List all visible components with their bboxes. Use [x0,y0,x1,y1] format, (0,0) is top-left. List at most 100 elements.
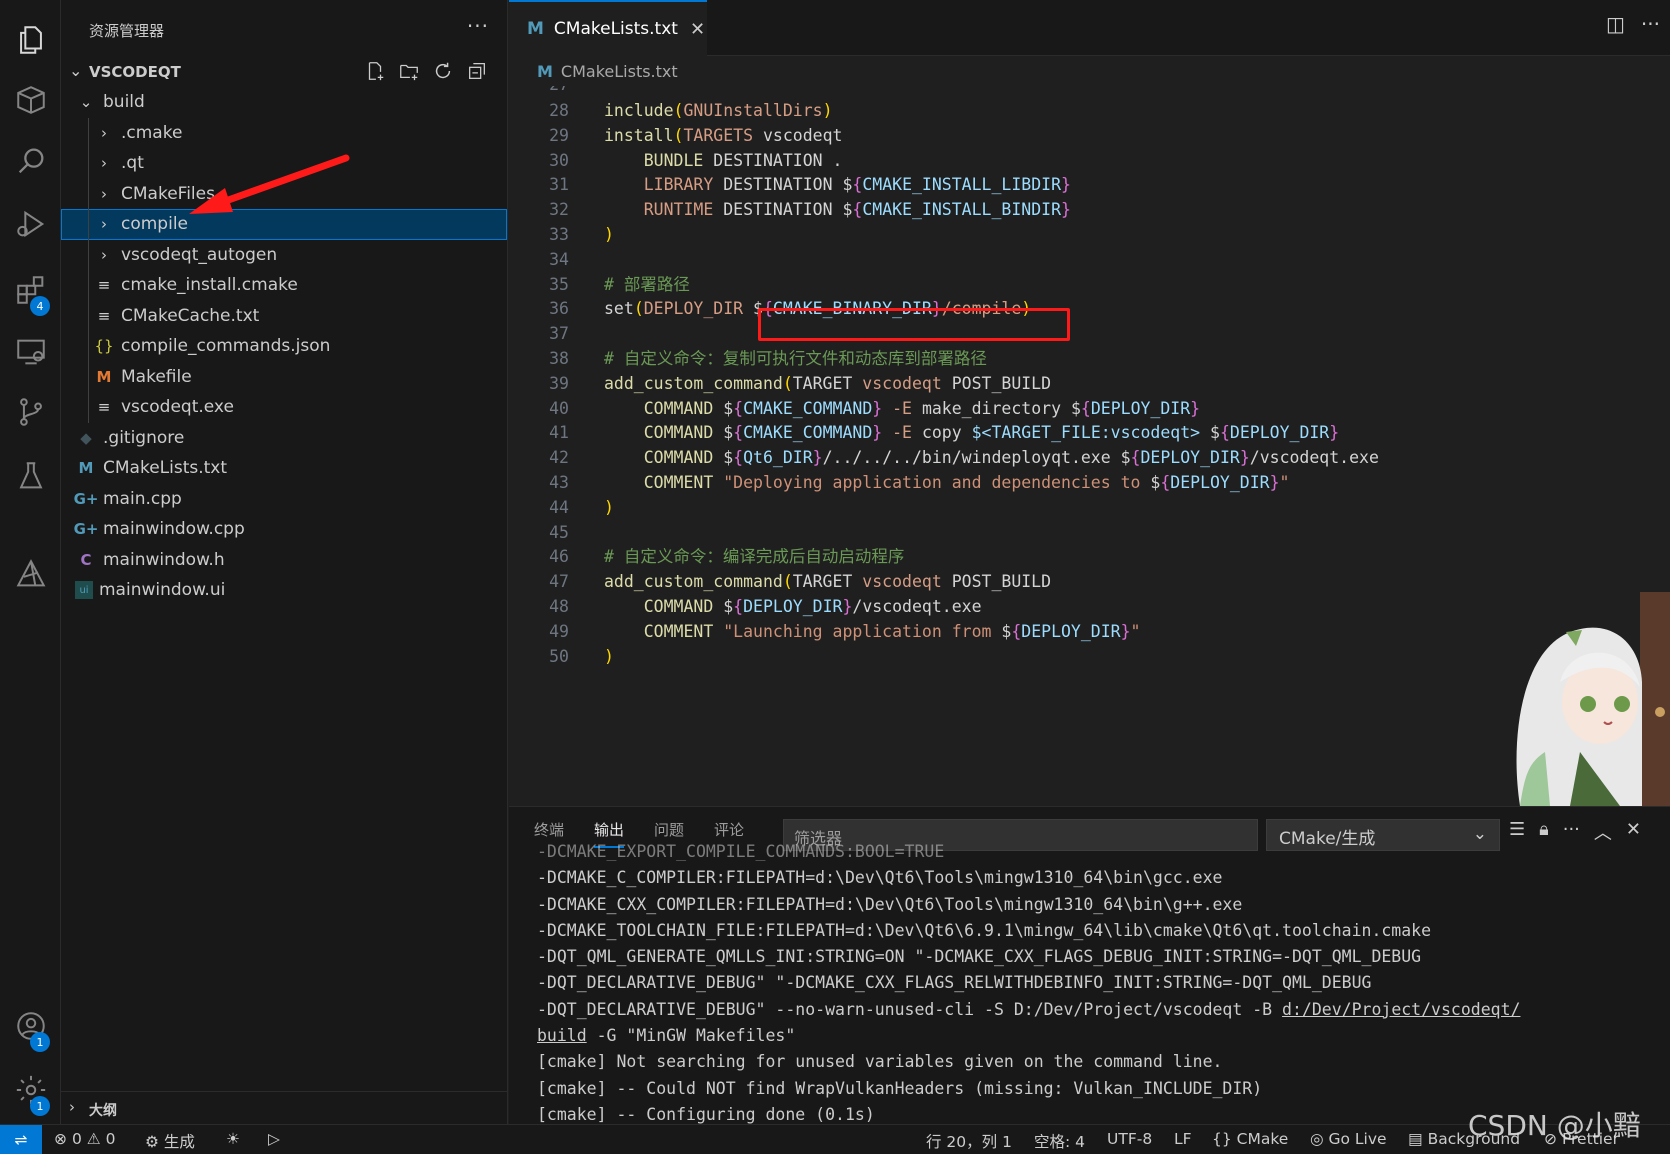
new-file-icon[interactable] [363,57,387,85]
tree-item-label: CMakeCache.txt [121,305,260,326]
code-line: 41 COMMAND ${CMAKE_COMMAND} -E copy $<TA… [509,420,1670,446]
cursor-position[interactable]: 行 20，列 1 [926,1130,1012,1152]
tree-item[interactable]: › .cmake [61,117,507,148]
search-icon[interactable] [0,133,61,189]
tree-item-label: mainwindow.h [103,549,225,570]
broadcast-icon: ◎ [1310,1130,1324,1148]
problems-status[interactable]: ⊗ 0 ⚠ 0 [54,1130,115,1148]
output-line: [cmake] -- Could NOT find WrapVulkanHead… [537,1078,1263,1098]
tree-item[interactable]: ⌄ build [61,87,507,118]
line-number: 44 [549,497,569,517]
editor-tab-bar: M CMakeLists.txt ✕ ◫ ··· [509,0,1670,56]
tree-item[interactable]: {} compile_commands.json [61,331,507,362]
code-editor[interactable]: 27 28 include(GNUInstallDirs) 29 install(TA… [509,86,1670,806]
makefile-icon: M [96,367,112,386]
line-text: install(TARGETS vscodeqt [604,125,843,145]
remote-indicator-icon[interactable]: ⇌ [0,1125,42,1154]
breadcrumb[interactable]: M CMakeLists.txt [509,56,1670,86]
code-line: 40 COMMAND ${CMAKE_COMMAND} -E make_dire… [509,396,1670,422]
indent-guide [88,117,89,148]
remote-explorer-icon[interactable] [0,324,61,380]
code-line: 50) [509,644,1670,670]
panel-tab-terminal[interactable]: 终端 [534,819,564,840]
code-line: 28 include(GNUInstallDirs) [509,98,1670,124]
accounts-icon[interactable]: 1 [0,998,61,1054]
panel-tab-problems[interactable]: 问题 [654,819,684,840]
line-number: 48 [549,597,569,616]
language-mode[interactable]: {} CMake [1212,1130,1288,1148]
tree-item-label: compile [121,214,189,235]
tree-item[interactable]: ≡ CMakeCache.txt [61,300,507,331]
run-play-icon[interactable]: ▷ [268,1130,280,1148]
code-line: 42 COMMAND ${Qt6_DIR}/../../../bin/winde… [509,445,1670,471]
path-link[interactable]: build [537,1026,587,1045]
output-line: -DCMAKE_CXX_COMPILER:FILEPATH=d:\Dev\Qt6… [537,894,1243,914]
tab-cmakelists[interactable]: M CMakeLists.txt ✕ [509,0,707,56]
go-live-button[interactable]: ◎ Go Live [1310,1130,1387,1148]
sidebar-more-button[interactable]: ··· [467,14,489,38]
chevron-right-icon: › [69,1098,75,1116]
chevron-right-icon: › [101,123,107,142]
code-line: 48 COMMAND ${DEPLOY_DIR}/vscodeqt.exe [509,594,1670,620]
close-icon[interactable]: ✕ [690,19,705,40]
explorer-icon[interactable] [0,12,61,68]
split-editor-icon[interactable]: ◫ [1606,12,1625,36]
cmake-file-icon: M [78,459,94,478]
collapse-all-icon[interactable] [465,57,489,85]
run-debug-icon[interactable] [0,196,61,252]
cmake-icon[interactable] [0,546,61,602]
activity-bar: 4 1 1 [0,0,61,1124]
testing-flask-icon[interactable] [0,448,61,504]
line-text: RUNTIME DESTINATION ${CMAKE_INSTALL_BIND… [643,200,1071,220]
package-box-icon[interactable] [0,72,61,128]
line-text: ) [604,497,614,517]
csdn-watermark: CSDN @小黯 [1468,1109,1641,1142]
path-link[interactable]: d:/Dev/Project/vscodeqt/ [1282,1000,1520,1019]
debug-bug-icon[interactable]: ☀ [226,1130,240,1148]
tree-item[interactable]: › vscodeqt_autogen [61,239,507,270]
tree-item[interactable]: ≡ vscodeqt.exe [61,392,507,423]
indentation[interactable]: 空格: 4 [1034,1130,1085,1152]
tree-item[interactable]: M CMakeLists.txt [61,453,507,484]
error-icon: ⊗ [54,1130,67,1148]
tree-item[interactable]: ◆ .gitignore [61,423,507,454]
code-line: 38 # 自定义命令：复制可执行文件和动态库到部署路径 [509,346,1670,372]
line-ending[interactable]: LF [1174,1130,1192,1148]
more-actions-icon[interactable]: ··· [1641,12,1660,36]
output-line: [cmake] Not searching for unused variabl… [537,1052,1223,1072]
breadcrumb-file[interactable]: CMakeLists.txt [561,62,678,81]
cpp-file-icon: G+ [73,520,99,539]
text-file-icon: ≡ [97,398,111,417]
outline-section-header[interactable]: › 大纲 [61,1091,507,1124]
panel-tab-comments[interactable]: 评论 [714,819,744,840]
header-file-icon: C [80,550,92,569]
line-number: 47 [549,572,569,592]
tree-item[interactable]: ui mainwindow.ui [61,575,507,606]
extensions-icon[interactable]: 4 [0,262,61,318]
line-number: 46 [549,547,569,567]
output-line: -DQT_DECLARATIVE_DEBUG" --no-warn-unused… [537,999,1521,1019]
tree-item[interactable]: Cmainwindow.h [61,545,507,576]
line-number: 50 [549,646,569,666]
encoding[interactable]: UTF-8 [1107,1130,1152,1148]
tree-item[interactable]: M Makefile [61,361,507,392]
refresh-icon[interactable] [431,57,455,85]
tree-item[interactable]: G+ mainwindow.cpp [61,514,507,545]
git-ignore-icon: ◆ [80,428,92,447]
indent-guide [88,148,89,179]
extensions-badge: 4 [30,296,50,316]
source-control-icon[interactable] [0,384,61,440]
new-folder-icon[interactable] [397,57,421,85]
line-number: 49 [549,621,569,641]
tree-item[interactable]: ≡ cmake_install.cmake [61,270,507,301]
settings-badge: 1 [30,1096,50,1116]
cmake-build-button[interactable]: ⚙ 生成 [145,1130,195,1152]
code-line: 31 LIBRARY DESTINATION ${CMAKE_INSTALL_L… [509,172,1670,198]
workspace-root-label: VSCODEQT [89,63,181,81]
tree-item[interactable]: G+ main.cpp [61,484,507,515]
settings-gear-icon[interactable]: 1 [0,1062,61,1118]
line-number: 38 [549,349,569,368]
text-file-icon: ≡ [97,306,111,325]
workspace-root-header[interactable]: ⌄ VSCODEQT [61,57,507,87]
cmake-file-icon: M [527,19,544,39]
